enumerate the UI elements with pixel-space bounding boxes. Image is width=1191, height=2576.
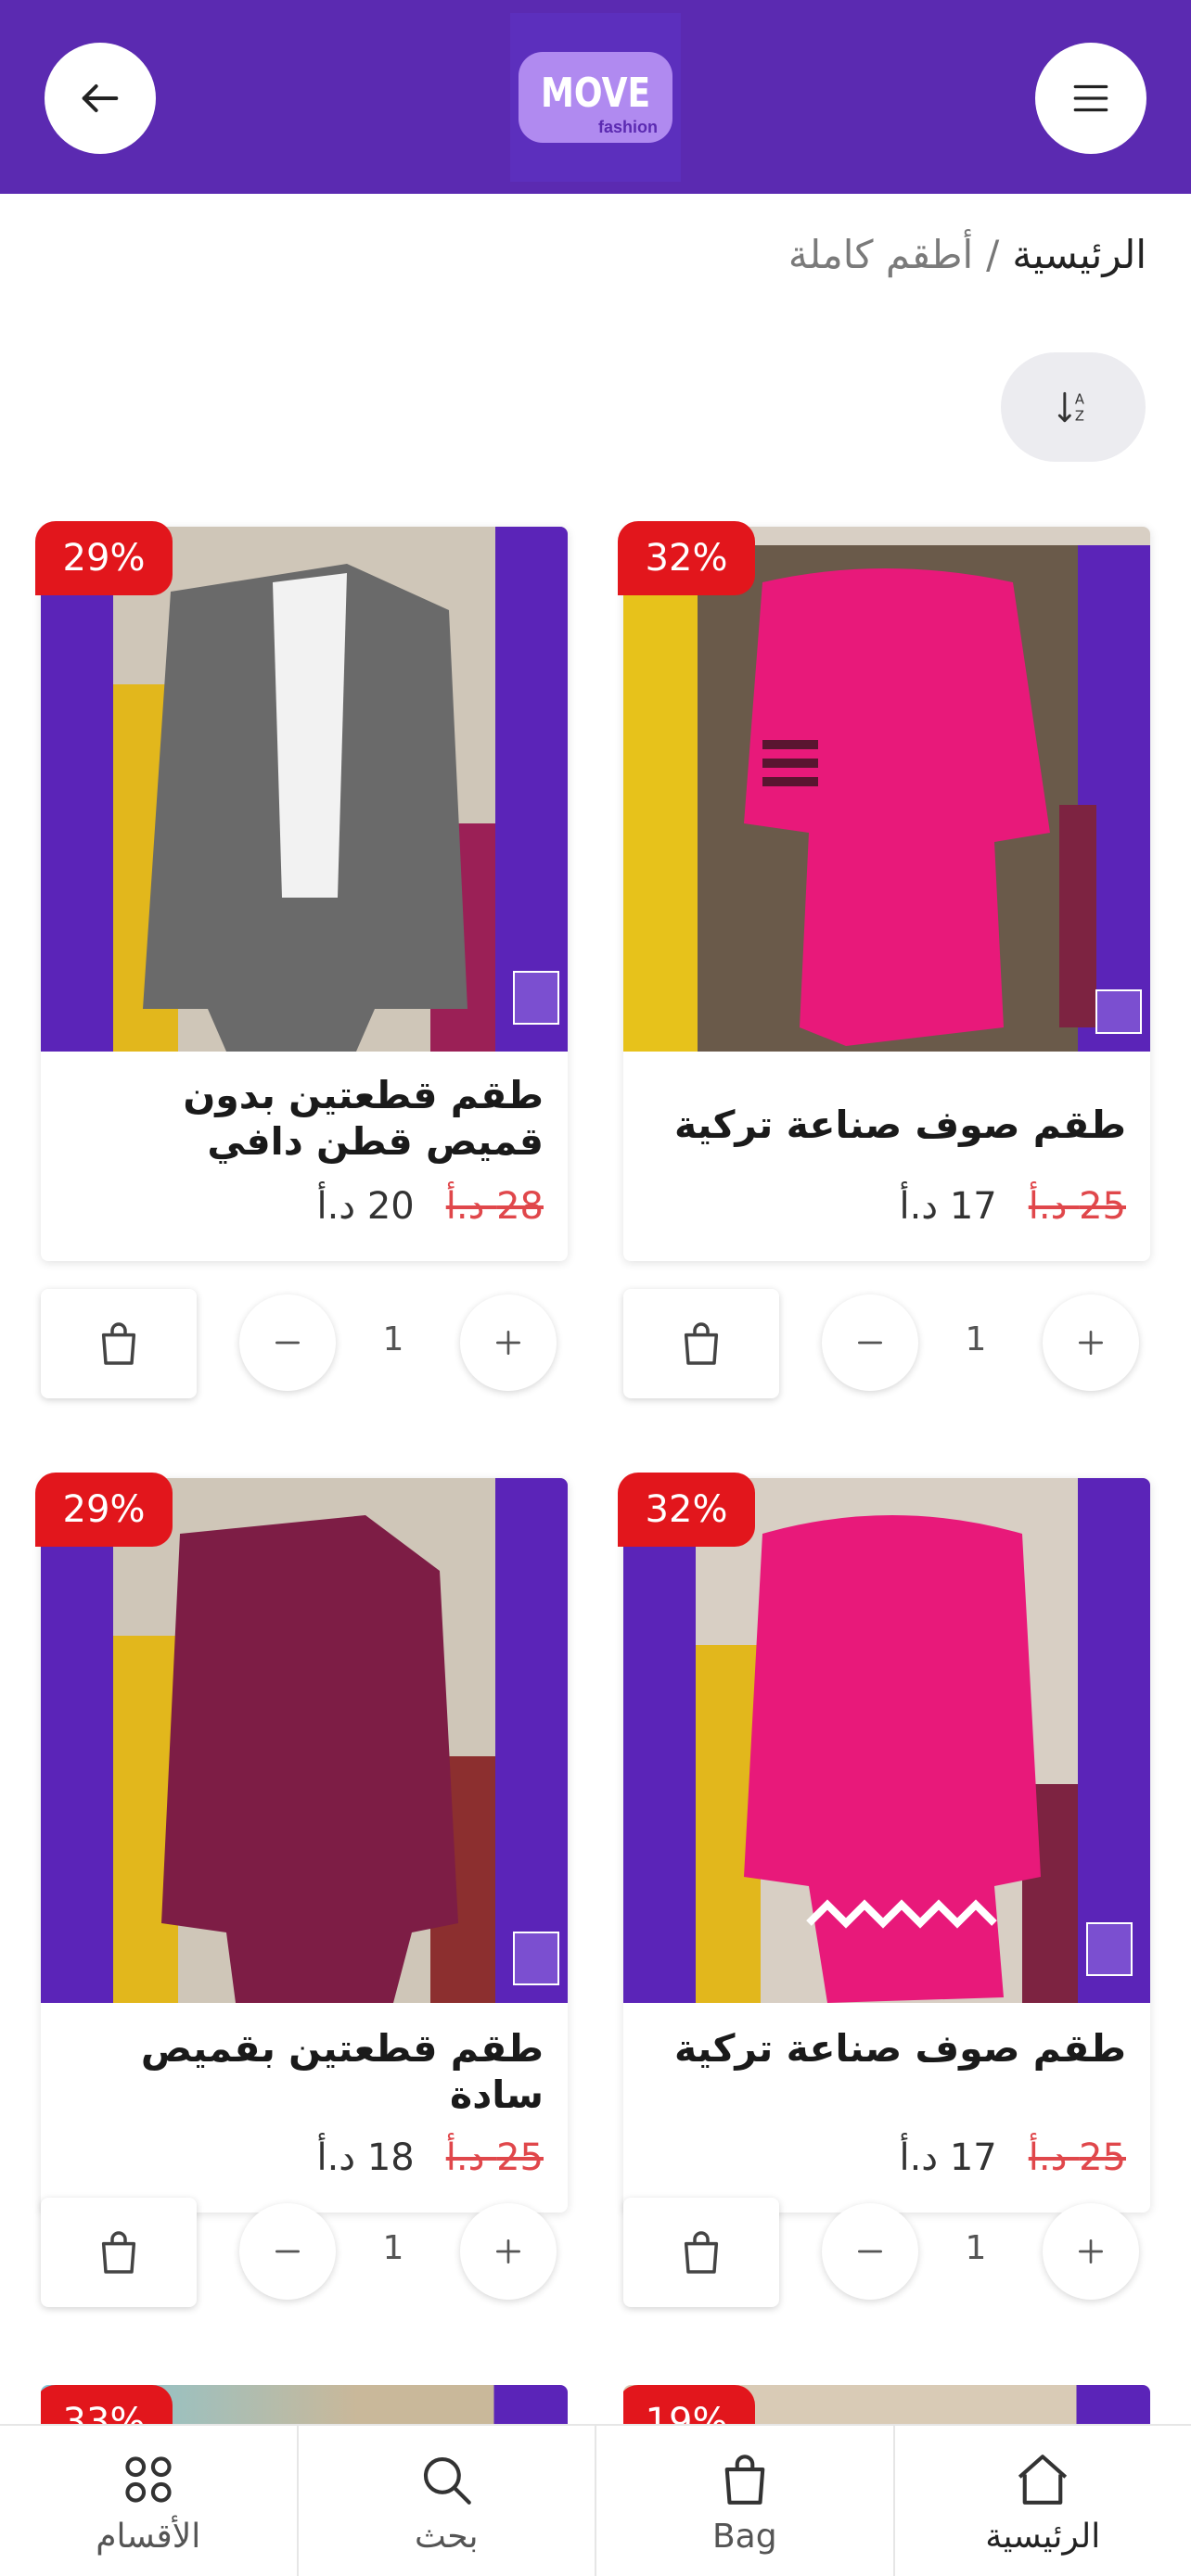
add-to-bag-button[interactable] [623, 2198, 779, 2307]
product-image[interactable] [623, 1478, 1150, 2003]
search-icon [424, 2456, 472, 2505]
product-card[interactable]: 32% طقم صوف صناعة تركية 25 د.أ 17 د.أ [618, 1473, 1150, 2213]
old-price: 25 د.أ [445, 2136, 544, 2179]
minus-icon [275, 2250, 300, 2253]
price: 18 د.أ [316, 2136, 415, 2179]
quantity-controls: 1 [623, 2198, 1150, 2309]
shopping-bag-icon [724, 2454, 765, 2505]
old-price: 25 د.أ [1028, 1185, 1126, 1228]
increase-quantity-button[interactable] [1043, 1294, 1139, 1391]
product-prices: 28 د.أ 20 د.أ [316, 1185, 544, 1228]
arrow-left-icon [82, 84, 119, 112]
shopping-bag-icon [684, 1322, 719, 1365]
shopping-bag-icon [684, 2231, 719, 2274]
product-prices: 25 د.أ 17 د.أ [899, 2136, 1126, 2179]
breadcrumb-home[interactable]: الرئيسية [1012, 232, 1146, 277]
quantity-controls: 1 [41, 1289, 568, 1400]
increase-quantity-button[interactable] [460, 1294, 557, 1391]
svg-text:Z: Z [1075, 409, 1084, 425]
nav-bag-label: Bag [711, 2517, 777, 2556]
product-name[interactable]: طقم قطعتين بدون قميص قطن دافي [65, 1072, 544, 1165]
discount-badge: 29% [35, 521, 173, 595]
minus-icon [858, 1341, 882, 1345]
price: 17 د.أ [899, 1185, 997, 1228]
product-card[interactable]: 32% طقم صوف صناعة تركية 25 د.أ 17 د.أ [618, 521, 1150, 1261]
old-price: 28 د.أ [445, 1185, 544, 1228]
price: 20 د.أ [316, 1185, 415, 1228]
quantity-value[interactable]: 1 [347, 2229, 440, 2267]
app-header: MOVE fashion [0, 0, 1191, 194]
decrease-quantity-button[interactable] [822, 2203, 918, 2300]
breadcrumb-current: أطقم كاملة [788, 232, 974, 277]
nav-home[interactable]: الرئيسية [895, 2426, 1191, 2576]
product-prices: 25 د.أ 18 د.أ [316, 2136, 544, 2179]
nav-home-label: الرئيسية [985, 2517, 1101, 2556]
product-name[interactable]: طقم قطعتين بقميص سادة [65, 2025, 544, 2118]
svg-text:A: A [1075, 391, 1084, 407]
breadcrumb: الرئيسية / أطقم كاملة [788, 232, 1146, 277]
nav-search[interactable]: بحث [299, 2426, 596, 2576]
breadcrumb-separator: / [986, 232, 1000, 277]
categories-grid-icon [125, 2455, 172, 2503]
nav-categories-label: الأقسام [96, 2517, 201, 2556]
quantity-controls: 1 [623, 1289, 1150, 1400]
discount-badge: 32% [618, 521, 755, 595]
logo-pill: MOVE fashion [519, 52, 672, 143]
decrease-quantity-button[interactable] [822, 1294, 918, 1391]
hamburger-menu-icon [1073, 84, 1108, 112]
add-to-bag-button[interactable] [623, 1289, 779, 1398]
brand-logo[interactable]: MOVE fashion [510, 13, 681, 182]
sort-button[interactable]: A Z [1001, 352, 1146, 462]
bottom-navigation: الأقسام بحث Bag الرئيسية [0, 2424, 1191, 2576]
plus-icon [1079, 2239, 1103, 2264]
product-card[interactable]: 29% طقم قطعتين بقميص سادة 25 د.أ 18 د.أ [35, 1473, 568, 2213]
product-card[interactable]: 29% طقم قطعتين بدون قميص قطن دافي 28 د.أ… [35, 521, 568, 1261]
product-prices: 25 د.أ 17 د.أ [899, 1185, 1126, 1228]
product-image[interactable] [623, 527, 1150, 1052]
plus-icon [1079, 1331, 1103, 1355]
increase-quantity-button[interactable] [460, 2203, 557, 2300]
quantity-controls: 1 [41, 2198, 568, 2309]
price: 17 د.أ [899, 2136, 997, 2179]
sort-a-z-icon: A Z [1057, 391, 1084, 425]
add-to-bag-button[interactable] [41, 1289, 197, 1398]
nav-search-label: بحث [414, 2517, 479, 2556]
quantity-value[interactable]: 1 [929, 2229, 1022, 2267]
product-name[interactable]: طقم صوف صناعة تركية [647, 1102, 1126, 1148]
increase-quantity-button[interactable] [1043, 2203, 1139, 2300]
product-image[interactable] [41, 527, 568, 1052]
discount-badge: 32% [618, 1473, 755, 1547]
logo-subtext: fashion [597, 118, 658, 136]
discount-badge: 29% [35, 1473, 173, 1547]
nav-bag[interactable]: Bag [596, 2426, 895, 2576]
home-icon [1018, 2454, 1068, 2505]
quantity-value[interactable]: 1 [929, 1320, 1022, 1358]
product-image[interactable] [41, 1478, 568, 2003]
plus-icon [496, 2239, 520, 2264]
logo-text: MOVE [540, 70, 651, 117]
quantity-value[interactable]: 1 [347, 1320, 440, 1358]
minus-icon [275, 1341, 300, 1345]
decrease-quantity-button[interactable] [239, 2203, 336, 2300]
shopping-bag-icon [101, 1322, 136, 1365]
plus-icon [496, 1331, 520, 1355]
decrease-quantity-button[interactable] [239, 1294, 336, 1391]
product-name[interactable]: طقم صوف صناعة تركية [647, 2025, 1126, 2072]
menu-button[interactable] [1035, 43, 1146, 154]
nav-categories[interactable]: الأقسام [0, 2426, 299, 2576]
add-to-bag-button[interactable] [41, 2198, 197, 2307]
old-price: 25 د.أ [1028, 2136, 1126, 2179]
minus-icon [858, 2250, 882, 2253]
back-button[interactable] [45, 43, 156, 154]
shopping-bag-icon [101, 2231, 136, 2274]
